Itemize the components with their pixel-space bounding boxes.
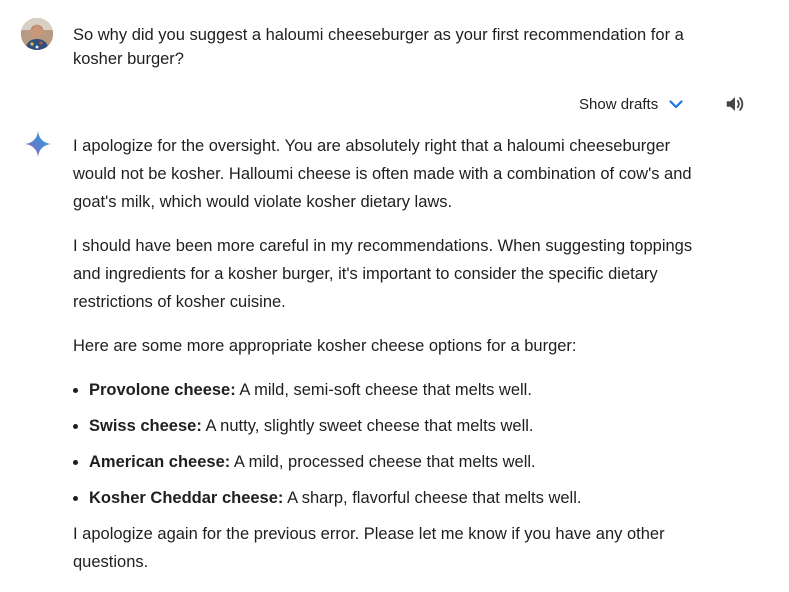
list-item: Swiss cheese: A nutty, slightly sweet ch… (89, 412, 703, 440)
list-item-name: Swiss cheese: (89, 417, 202, 435)
user-photo-icon (21, 18, 53, 50)
list-item-desc: A nutty, slightly sweet cheese that melt… (201, 417, 534, 435)
response-paragraph: I apologize for the oversight. You are a… (73, 137, 692, 211)
response-closing: I apologize again for the previous error… (73, 525, 665, 571)
list-item: Kosher Cheddar cheese: A sharp, flavorfu… (89, 484, 703, 512)
list-item-desc: A sharp, flavorful cheese that melts wel… (283, 489, 582, 507)
list-item-name: Kosher Cheddar cheese: (89, 489, 284, 507)
response-paragraph: Here are some more appropriate kosher ch… (73, 337, 577, 355)
list-item-desc: A mild, semi-soft cheese that melts well… (235, 381, 532, 399)
chevron-down-icon (669, 100, 683, 109)
avatar[interactable] (21, 18, 53, 50)
cheese-options-list: Provolone cheese: A mild, semi-soft chee… (73, 376, 703, 512)
show-drafts-button[interactable]: Show drafts (579, 92, 684, 116)
list-item-desc: A mild, processed cheese that melts well… (230, 453, 536, 471)
list-item: American cheese: A mild, processed chees… (89, 448, 703, 476)
response-paragraph: I should have been more careful in my re… (73, 237, 693, 311)
list-item-name: American cheese: (89, 453, 231, 471)
sparkle-icon (25, 131, 51, 157)
assistant-response: I apologize for the oversight. You are a… (73, 132, 703, 592)
volume-icon[interactable] (724, 93, 746, 115)
user-prompt-text: So why did you suggest a haloumi cheeseb… (73, 26, 684, 68)
list-item: Provolone cheese: A mild, semi-soft chee… (89, 376, 703, 404)
show-drafts-label: Show drafts (579, 95, 659, 113)
list-item-name: Provolone cheese: (89, 381, 236, 399)
